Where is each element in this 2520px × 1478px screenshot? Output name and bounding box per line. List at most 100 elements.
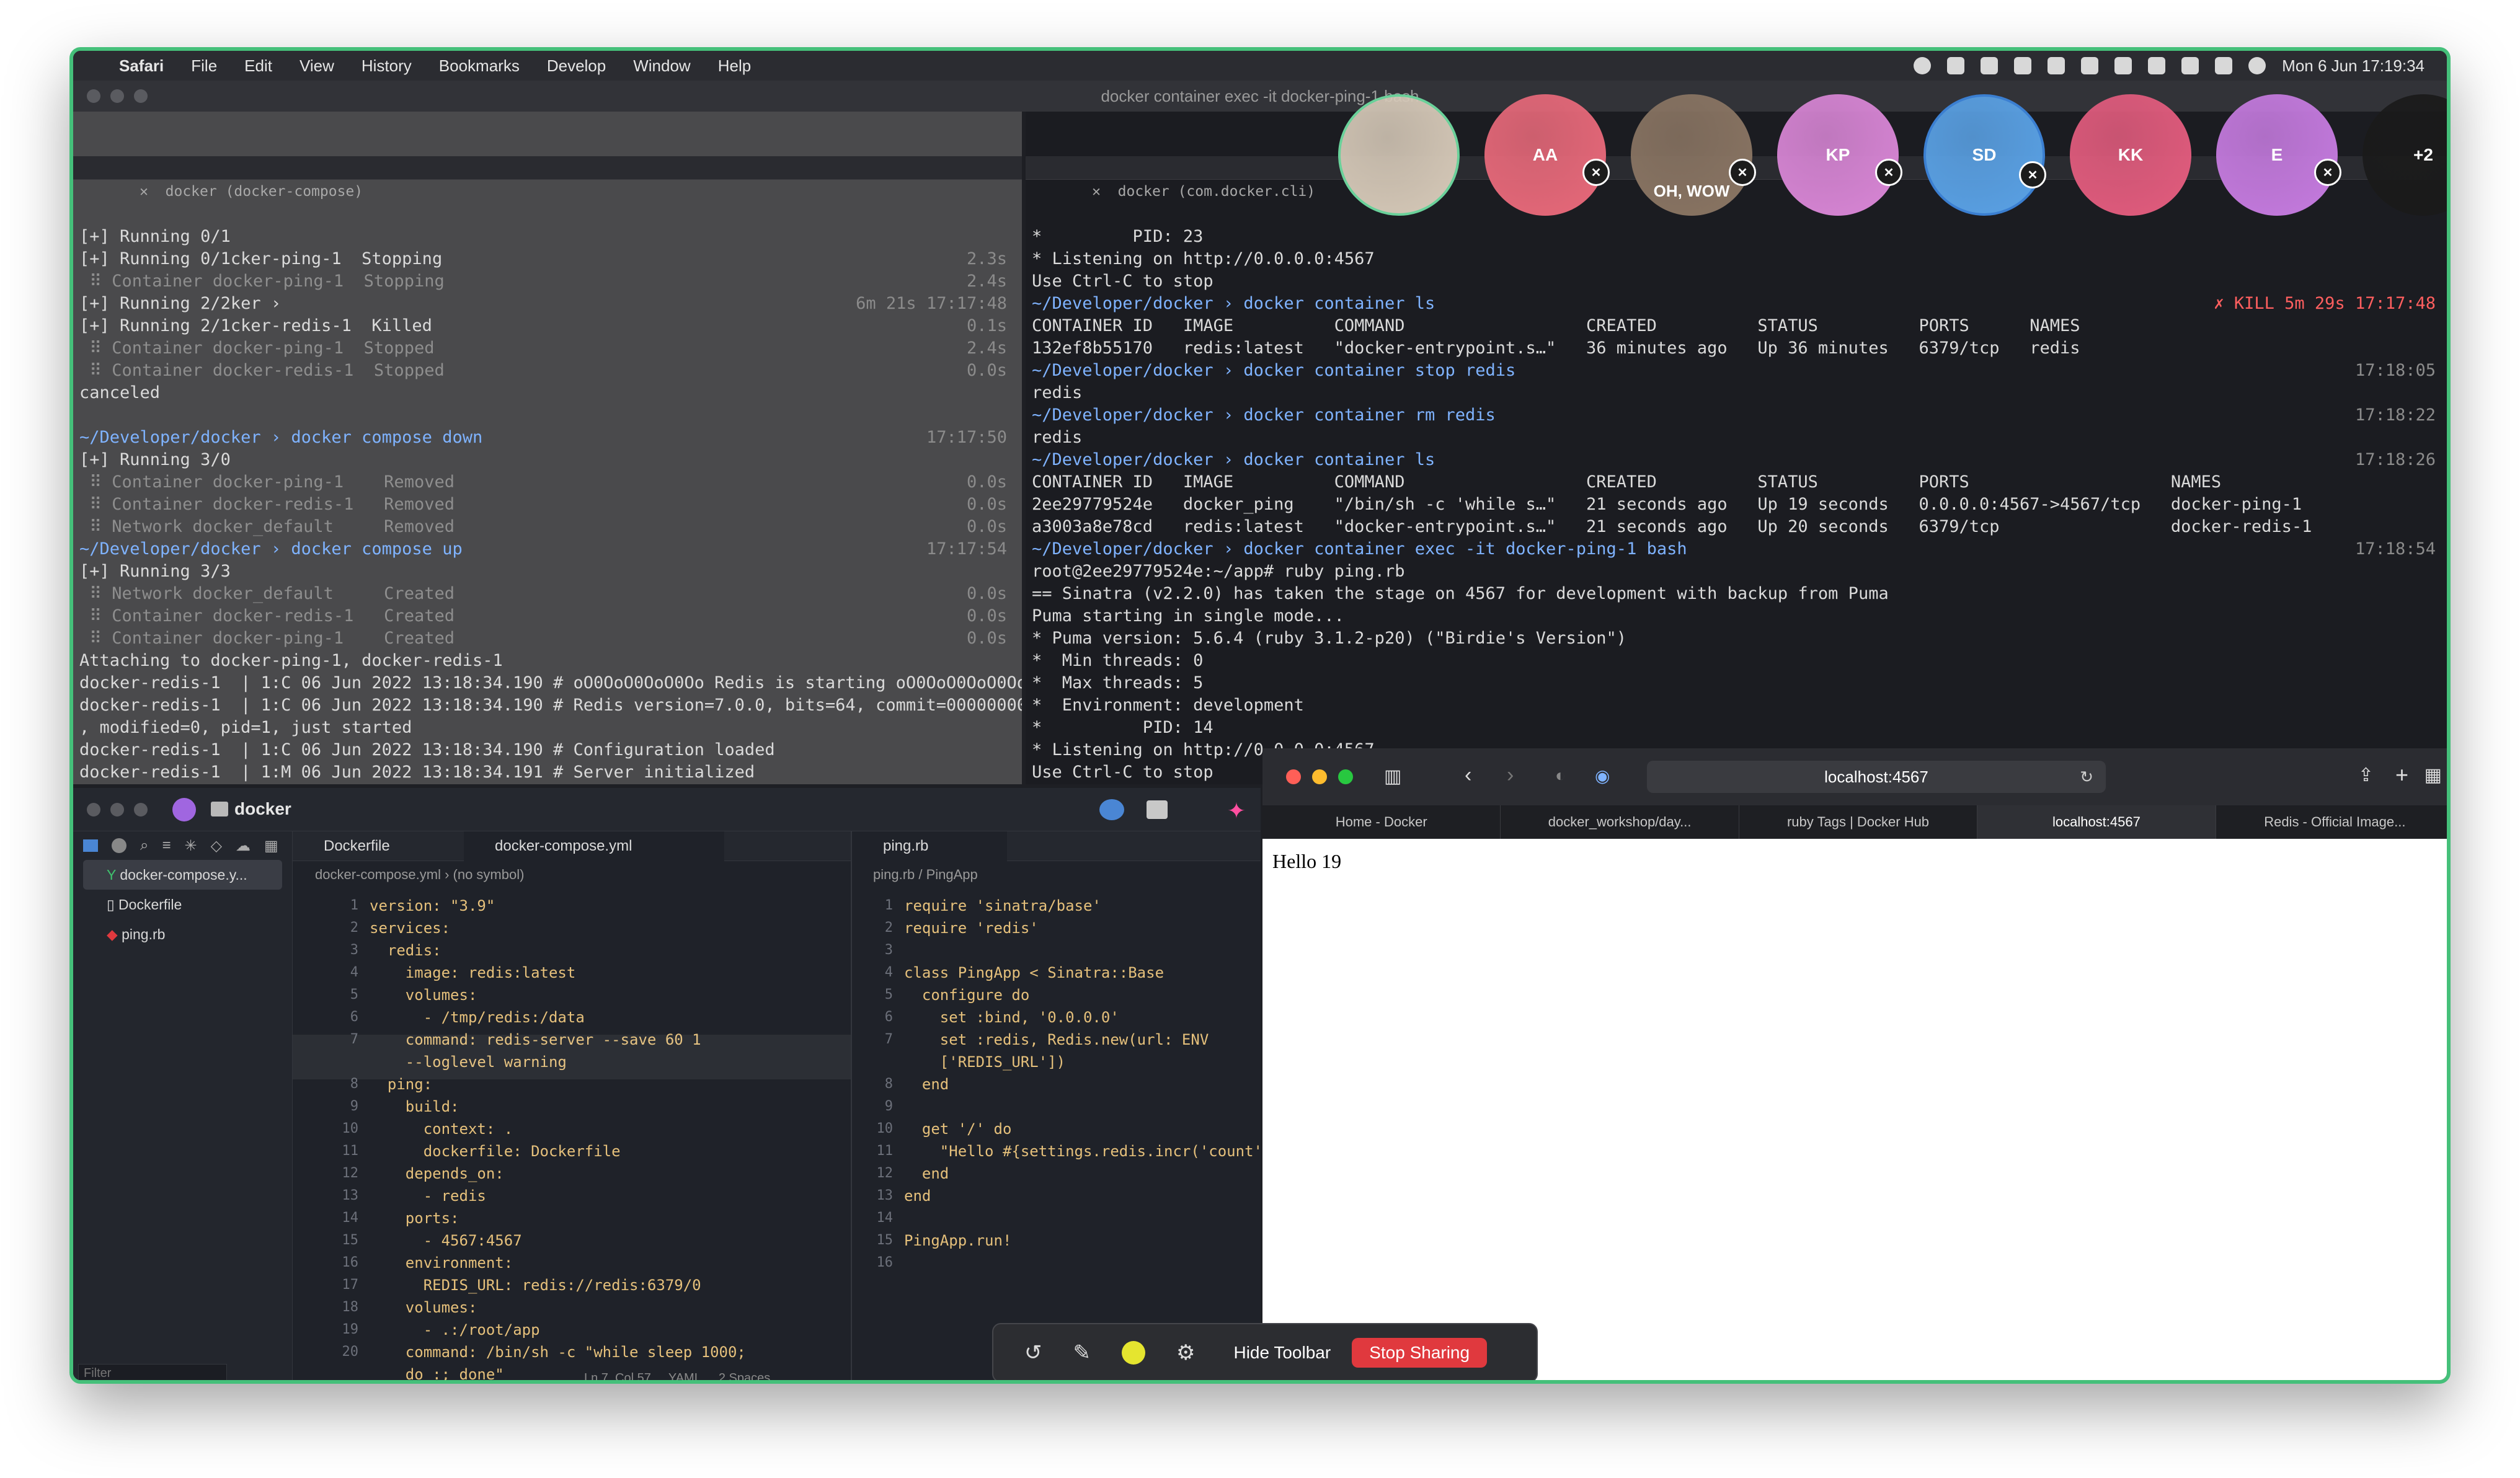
person-icon[interactable] [2014,57,2032,74]
browser-tab-active[interactable]: localhost:4567 [1977,805,2216,839]
code-line: redis: [370,942,441,959]
display-icon[interactable] [2048,57,2065,74]
terminal-line: * PID: 14 [1026,717,2447,739]
extensions-icon[interactable]: ▦ [264,837,278,855]
globe-icon[interactable] [112,838,126,853]
close-pane-icon[interactable]: ✕ [140,184,166,200]
preview-eye-icon[interactable] [1099,799,1124,820]
line-number: 14 [342,1210,359,1226]
close-window-button[interactable] [87,89,100,103]
tab-ping-rb[interactable]: ping.rb [852,831,1007,861]
search-icon[interactable]: ⌕ [140,837,148,854]
app-menu[interactable]: Safari [119,56,164,76]
cursor-position[interactable]: Ln 7, Col 57 [584,1369,651,1380]
wifi-icon[interactable] [2114,57,2132,74]
minimize-window-button[interactable] [1312,769,1327,784]
participant-avatar[interactable]: E ✕ [2216,94,2341,216]
outline-icon[interactable]: ≡ [162,837,171,854]
participant-avatar[interactable]: SD ✕ [1923,94,2046,216]
reload-icon[interactable]: ↻ [2080,761,2093,793]
stop-sharing-button[interactable]: Stop Sharing [1352,1338,1488,1368]
yaml-code[interactable]: version: "3.9" services: redis: image: re… [370,895,746,1380]
indentation[interactable]: 2 Spaces [719,1369,770,1380]
zoom-window-button[interactable] [134,89,148,103]
terminal-line-text: Puma starting in single mode... [1032,606,1344,626]
draw-icon[interactable]: ✎ [1073,1340,1091,1365]
line-number: 2 [884,920,893,936]
hide-toolbar-button[interactable]: Hide Toolbar [1233,1343,1331,1363]
new-tab-icon[interactable]: + [2395,762,2408,788]
file-filter-input[interactable] [78,1364,227,1380]
file-item[interactable]: ◆ ping.rb [73,919,292,949]
language-mode[interactable]: YAML [668,1369,701,1380]
file-sidebar: ⌕ ≡ ✳ ◇ ☁ ▦ Y docker-compose.y... ▯ Dock… [73,831,293,1380]
participant-avatar[interactable]: OH, WOW ✕ [1631,94,1756,216]
git-icon[interactable]: ◇ [211,837,222,855]
browser-tab[interactable]: docker_workshop/day... [1501,805,1739,839]
left-breadcrumb[interactable]: docker-compose.yml › (no symbol) [315,862,524,887]
terminal-timestamp: 2.4s [966,339,1007,358]
tab-docker-compose[interactable]: docker-compose.yml [464,831,724,861]
sidebar-toggle-icon[interactable]: ▥ [1384,766,1401,787]
layout-toggle-icon[interactable] [1147,800,1168,819]
menu-history[interactable]: History [362,56,412,76]
privacy-shield-icon[interactable]: ◐ [1555,766,1566,785]
minimize-window-button[interactable] [110,89,124,103]
back-icon[interactable]: ‹ [1465,763,1471,787]
menu-edit[interactable]: Edit [244,56,272,76]
left-pane-tab[interactable]: ✕ docker (docker-compose) [73,156,1022,200]
extension-icon[interactable]: ◉ [1595,766,1610,786]
airdrop-icon[interactable] [2148,57,2166,74]
files-icon[interactable] [83,839,98,852]
close-pane-icon[interactable]: ✕ [1092,184,1118,200]
docker-icon[interactable] [1947,57,1965,74]
browser-tab[interactable]: ruby Tags | Docker Hub [1739,805,1978,839]
menu-develop[interactable]: Develop [547,56,606,76]
terminal-line: [+] Running 2/2ker › 6m 21s 17:17:48 [73,293,1022,315]
menu-file[interactable]: File [191,56,217,76]
participant-avatar[interactable] [1338,94,1460,216]
menu-help[interactable]: Help [718,56,751,76]
participant-avatar[interactable]: KK [2070,94,2191,216]
minimize-window-button[interactable] [110,803,124,816]
close-window-button[interactable] [1286,769,1301,784]
undo-icon[interactable]: ↺ [1024,1340,1042,1365]
zoom-window-button[interactable] [134,803,148,816]
settings-gear-icon[interactable]: ⚙ [1176,1340,1195,1365]
share-icon[interactable]: ⇪ [2358,764,2374,786]
debug-icon[interactable]: ✳ [184,837,197,855]
menu-view[interactable]: View [299,56,334,76]
file-item[interactable]: ▯ Dockerfile [73,890,292,919]
record-icon[interactable] [1914,57,1932,74]
stats-icon[interactable] [1981,57,1999,74]
terminal-line: ~/Developer/docker › docker container rm… [1026,404,2447,427]
menubar-clock[interactable]: Mon 6 Jun 17:19:34 [2282,56,2425,76]
browser-tab[interactable]: Redis - Official Image... [2216,805,2447,839]
tab-dockerfile[interactable]: Dockerfile [293,831,464,861]
terminal-left-pane[interactable]: ✕ docker (docker-compose) [+] Running 0/… [73,112,1022,784]
siri-icon[interactable] [2248,57,2266,74]
terminal-line-text: CONTAINER ID IMAGE COMMAND CREATED STATU… [1032,472,2222,492]
split-divider[interactable] [851,831,852,1380]
zoom-window-button[interactable] [1338,769,1353,784]
file-item[interactable]: Y docker-compose.y... [83,860,282,890]
tab-overview-icon[interactable]: ▦ [2425,764,2442,786]
participant-avatar[interactable]: AA ✕ [1484,94,1610,216]
cloud-icon[interactable]: ☁ [236,837,251,855]
browser-tab[interactable]: Home - Docker [1262,805,1501,839]
participant-avatar[interactable]: KP ✕ [1777,94,1902,216]
menu-window[interactable]: Window [633,56,690,76]
menu-bookmarks[interactable]: Bookmarks [439,56,520,76]
more-participants-badge[interactable]: +2 [2362,94,2447,216]
keyboard-input-icon[interactable] [2081,57,2099,74]
forward-icon[interactable]: › [1507,763,1514,787]
spotlight-search-icon[interactable] [2181,57,2199,74]
control-center-icon[interactable] [2215,57,2233,74]
sparkle-icon[interactable]: ✦ [1227,798,1246,824]
color-picker-icon[interactable] [1122,1341,1145,1365]
right-breadcrumb[interactable]: ping.rb / PingApp [873,862,978,887]
terminal-line: * Puma version: 5.6.4 (ruby 3.1.2-p20) (… [1026,627,2447,650]
address-bar[interactable]: localhost:4567 ↻ [1647,761,2106,793]
ruby-code[interactable]: require 'sinatra/base' require 'redis' cla… [904,895,1289,1274]
close-window-button[interactable] [87,803,100,816]
